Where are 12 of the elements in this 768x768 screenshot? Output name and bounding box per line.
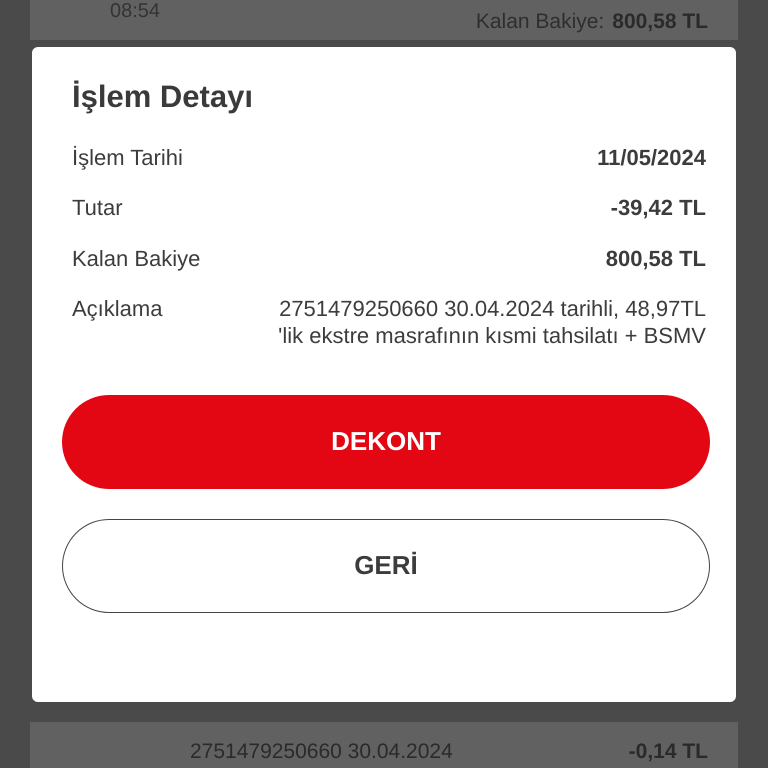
detail-value: -39,42 TL: [610, 195, 706, 222]
detail-label: Açıklama: [72, 296, 162, 322]
detail-label: Kalan Bakiye: [72, 246, 200, 272]
detail-label: İşlem Tarihi: [72, 145, 183, 171]
detail-value: 800,58 TL: [606, 246, 706, 272]
dialog-title: İşlem Detayı: [72, 79, 254, 115]
detail-label: Tutar: [72, 195, 123, 222]
back-button[interactable]: GERİ: [62, 518, 710, 613]
detail-value: 2751479250660 30.04.2024 tarihli, 48,97TL 'lik ekstre masrafının kısmi tahsilatı + BSMV: [277, 296, 706, 349]
detail-value: 11/05/2024: [597, 145, 706, 172]
transaction-description: 2751479250660 30.04.2024: [190, 740, 453, 765]
receipt-button[interactable]: DEKONT: [62, 394, 710, 489]
